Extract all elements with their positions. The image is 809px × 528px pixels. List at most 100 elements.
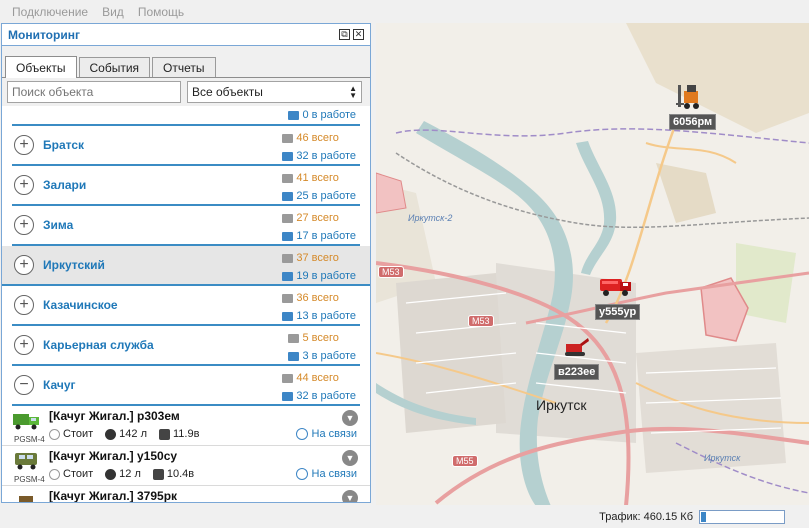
vehicle-type: PGSM-4 (14, 475, 45, 484)
panel-header: Мониторинг ⧉ ✕ (2, 24, 370, 46)
panel-title: Мониторинг (8, 27, 80, 42)
group-name[interactable]: Братск (43, 138, 84, 152)
tab-bar: Объекты События Отчеты (2, 46, 370, 78)
expand-plus-icon[interactable]: + (14, 335, 34, 355)
group-name[interactable]: Иркутский (43, 258, 105, 272)
vehicle-title: [Качуг Жигал.] 3795рк (49, 489, 178, 502)
truck-icon (282, 133, 294, 143)
clock-icon (295, 468, 308, 480)
object-filter-select[interactable]: Все объекты ▲ ▼ (187, 81, 362, 103)
map-view[interactable]: Иркутск-2 Иркутск M53 M53 M55 Иркутск 60… (376, 23, 809, 506)
road-shield-m55: M55 (452, 455, 478, 467)
collapse-minus-icon[interactable]: − (14, 375, 34, 395)
group-name[interactable]: Казачинское (43, 298, 118, 312)
search-input[interactable] (7, 81, 181, 103)
fuel-icon (105, 428, 117, 440)
truck-icon (282, 271, 294, 281)
truck-icon (288, 110, 300, 120)
forklift-icon (676, 85, 699, 109)
expand-plus-icon[interactable]: + (14, 295, 34, 315)
menu-help[interactable]: Помощь (138, 5, 184, 19)
select-value: Все объекты (192, 85, 263, 99)
truck-icon (282, 311, 294, 321)
vehicle-type: PGSM-4 (14, 435, 45, 444)
road-shield-m53: M53 (378, 266, 404, 278)
tab-events[interactable]: События (78, 57, 151, 77)
vehicle-fuel: 142 л (119, 428, 147, 440)
traffic-progress (699, 509, 785, 524)
vehicle-state: Стоит (63, 428, 94, 440)
vehicle-icon (19, 496, 33, 502)
menu-view[interactable]: Вид (102, 5, 124, 19)
truck-icon (282, 253, 294, 263)
chevron-down-icon[interactable]: ▼ (342, 450, 358, 466)
restore-icon[interactable]: ⧉ (339, 29, 350, 40)
connection-status[interactable]: На связи (295, 428, 357, 440)
vehicle-battery: 11.9в (173, 428, 200, 440)
vehicle-row[interactable]: PGSM-4 [Качуг Жигал.] р303ем Стоит 142 л… (2, 406, 370, 446)
truck-icon (282, 191, 294, 201)
menu-bar: Подключение Вид Помощь (0, 0, 809, 24)
vehicle-title: [Качуг Жигал.] р303ем (49, 409, 180, 423)
filter-bar: Все объекты ▲▼ (2, 78, 370, 106)
group-row[interactable]: − Качуг 44 всего 32 в работе (12, 366, 360, 406)
vehicle-state: Стоит (63, 468, 94, 480)
expand-plus-icon[interactable]: + (14, 135, 34, 155)
clock-icon (295, 428, 308, 440)
truck-icon (288, 333, 300, 343)
truck-icon (282, 293, 294, 303)
stop-icon (49, 468, 60, 480)
traffic-progress-fill (701, 511, 706, 522)
marker-label[interactable]: 6056рм (669, 114, 717, 130)
expand-plus-icon[interactable]: + (14, 215, 34, 235)
red-truck-icon (600, 279, 631, 296)
marker-label[interactable]: у555ур (595, 304, 641, 320)
menu-connection[interactable]: Подключение (12, 5, 88, 19)
green-truck-icon (13, 414, 39, 430)
marker-label[interactable]: в223ее (554, 364, 600, 380)
group-row[interactable]: + Казачинское 36 всего 13 в работе (12, 286, 360, 326)
group-name[interactable]: Карьерная служба (43, 338, 154, 352)
traffic-label: Трафик: 460.15 Кб (599, 510, 693, 523)
chevron-down-icon[interactable]: ▼ (342, 490, 358, 502)
vehicle-fuel: 12 л (119, 468, 141, 480)
city-label: Иркутск (536, 397, 587, 413)
vehicle-row[interactable]: PGSM-4 [Качуг Жигал.] у150су Стоит 12 л … (2, 446, 370, 486)
truck-icon (282, 213, 294, 223)
truck-icon (282, 173, 294, 183)
group-name[interactable]: Зима (43, 218, 73, 232)
road-shield-m53: M53 (468, 315, 494, 327)
group-name[interactable]: Залари (43, 178, 86, 192)
stop-icon (49, 428, 60, 440)
battery-icon (159, 428, 170, 440)
group-row[interactable]: + Зима 27 всего 17 в работе (12, 206, 360, 246)
vehicle-title: [Качуг Жигал.] у150су (49, 449, 178, 463)
truck-icon (282, 391, 294, 401)
excavator-icon (565, 338, 589, 356)
status-bar: Трафик: 460.15 Кб (0, 505, 809, 528)
updown-arrows-icon: ▲ ▼ (349, 84, 357, 100)
map-label-irkutsk2: Иркутск-2 (408, 213, 453, 223)
vehicle-row[interactable]: [Качуг Жигал.] 3795рк ▼ (2, 486, 370, 502)
truck-icon (282, 373, 294, 383)
tab-objects[interactable]: Объекты (5, 56, 77, 78)
fuel-icon (105, 468, 117, 480)
group-row[interactable]: + Карьерная служба 5 всего 3 в работе (12, 326, 360, 366)
map-canvas (376, 23, 809, 506)
group-row[interactable]: + Братск 46 всего 32 в работе (12, 126, 360, 166)
tab-reports[interactable]: Отчеты (152, 57, 216, 77)
close-icon[interactable]: ✕ (353, 29, 364, 40)
object-list[interactable]: 0 в работе + Братск 46 всего 32 в работе… (2, 108, 370, 502)
battery-icon (152, 468, 164, 480)
truck-icon (282, 151, 294, 161)
expand-plus-icon[interactable]: + (14, 175, 34, 195)
connection-status[interactable]: На связи (295, 468, 357, 480)
expand-plus-icon[interactable]: + (14, 255, 34, 275)
group-row[interactable]: 0 в работе (12, 108, 360, 126)
monitoring-panel: Мониторинг ⧉ ✕ Объекты События Отчеты Вс… (1, 23, 371, 503)
group-row[interactable]: + Иркутский 37 всего 19 в работе (2, 246, 370, 286)
jeep-icon (15, 453, 37, 470)
group-row[interactable]: + Залари 41 всего 25 в работе (12, 166, 360, 206)
chevron-down-icon[interactable]: ▼ (342, 410, 358, 426)
group-name[interactable]: Качуг (43, 378, 75, 392)
